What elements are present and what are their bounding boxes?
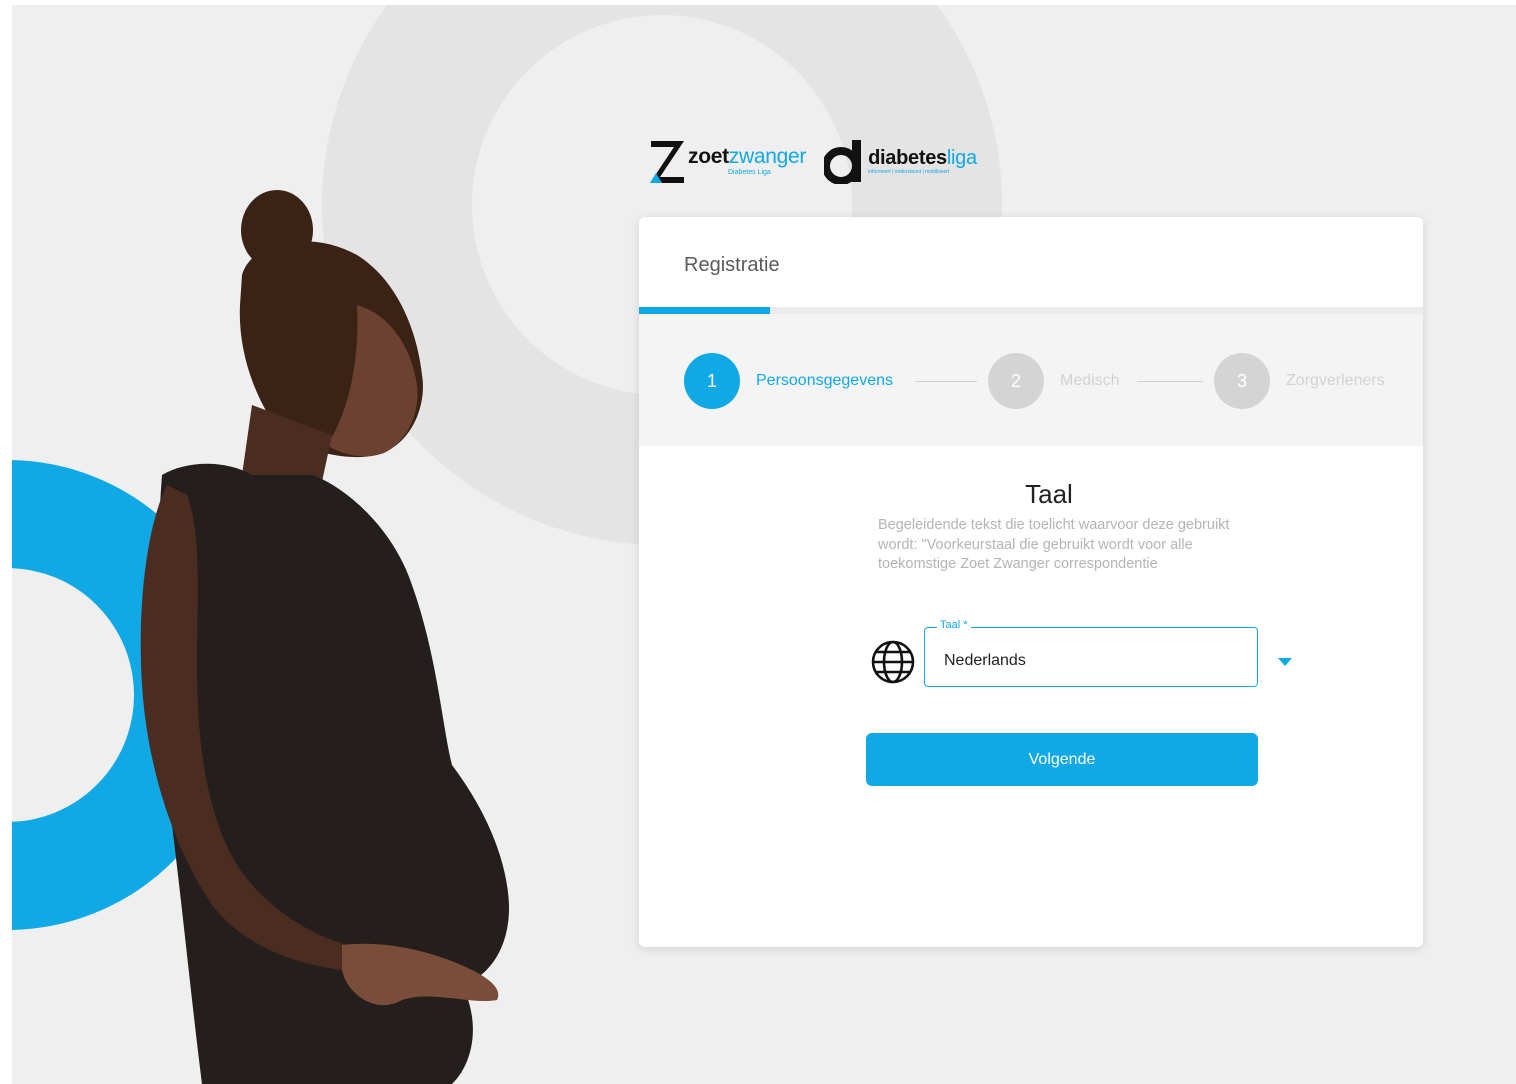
zoetzwanger-logo-part1: zoet (688, 145, 729, 168)
diabetesliga-logo: diabetesliga informeert | ondersteunt | … (824, 138, 977, 184)
zoetzwanger-logo-sub: Diabetes Liga (728, 169, 771, 176)
zoetzwanger-logo-part2: zwanger (728, 145, 807, 168)
step-label-2: Medisch (1060, 372, 1120, 389)
zoetzwanger-z-icon (650, 141, 684, 183)
language-select[interactable]: Taal * Nederlands (924, 619, 1258, 687)
progress-bar (639, 307, 1423, 314)
step-number-3: 3 (1214, 353, 1270, 409)
next-button[interactable]: Volgende (866, 733, 1258, 786)
card-title: Registratie (684, 254, 780, 276)
registration-card: Registratie 1 Persoonsgegevens 2 Medisch… (639, 217, 1423, 947)
card-header: Registratie (639, 217, 1423, 307)
step-label-3: Zorgverleners (1286, 372, 1385, 389)
progress-bar-fill (639, 307, 770, 314)
globe-icon (871, 640, 915, 684)
partner-logos: zoetzwanger Diabetes Liga diabetesliga i… (648, 133, 977, 189)
step-connector (915, 381, 977, 382)
section-description: Begeleidende tekst die toelicht waarvoor… (878, 517, 1230, 572)
step-connector (1137, 381, 1203, 382)
step-number-1: 1 (684, 353, 740, 409)
step-number-2: 2 (988, 353, 1044, 409)
section-title: Taal (1025, 479, 1073, 509)
zoetzwanger-logo: zoetzwanger Diabetes Liga (648, 137, 806, 185)
language-select-value: Nederlands (944, 652, 1026, 669)
diabetesliga-logo-sub: informeert | ondersteunt | mobiliseert (868, 168, 950, 175)
caret-down-icon[interactable] (1277, 657, 1293, 667)
stepper: 1 Persoonsgegevens 2 Medisch 3 Zorgverle… (639, 314, 1423, 446)
step-medisch[interactable]: 2 Medisch (988, 353, 1120, 409)
diabetesliga-d-icon (824, 140, 862, 184)
step-zorgverleners[interactable]: 3 Zorgverleners (1214, 353, 1385, 409)
step-label-1: Persoonsgegevens (756, 372, 893, 389)
language-select-label: Taal * (937, 619, 971, 631)
diabetesliga-logo-part2: liga (946, 146, 977, 169)
diabetesliga-logo-part1: diabetes (868, 146, 947, 169)
pregnant-woman-image (140, 190, 510, 1084)
step-persoonsgegevens[interactable]: 1 Persoonsgegevens (684, 353, 893, 409)
